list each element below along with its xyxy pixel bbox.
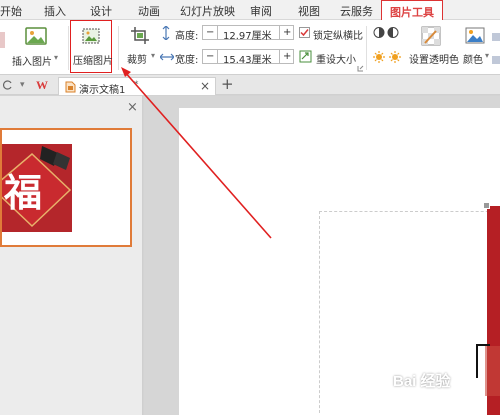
glyph-fragment — [476, 344, 490, 378]
resize-handle[interactable] — [483, 202, 490, 209]
slide-thumbnail-1[interactable]: 福 — [0, 128, 132, 247]
width-value[interactable]: 15.43厘米 — [223, 51, 272, 66]
width-icon — [160, 53, 174, 61]
width-label: 宽度: — [175, 55, 199, 66]
fu-character: 福 — [4, 170, 43, 215]
height-decrement-button[interactable]: − — [206, 27, 214, 38]
close-pane-button[interactable]: × — [127, 100, 138, 115]
baidu-watermark: Bai 经验 — [393, 373, 451, 390]
width-field[interactable]: − 15.43厘米 + — [202, 49, 294, 66]
slide-workspace — [144, 96, 500, 415]
chevron-down-icon[interactable]: ▾ — [20, 80, 25, 90]
tab-picture-tools[interactable]: 图片工具 — [381, 0, 443, 21]
height-field[interactable]: − 12.97厘米 + — [202, 25, 294, 42]
compress-picture-label: 压缩图片 — [73, 56, 113, 67]
slide-canvas[interactable] — [179, 108, 500, 415]
presentation-file-icon — [65, 81, 76, 93]
chevron-down-icon: ▾ — [151, 51, 156, 60]
insert-picture-icon — [25, 27, 47, 45]
tab-cloud-service[interactable]: 云服务 — [340, 3, 373, 19]
compress-picture-button[interactable]: 压缩图片 — [70, 20, 113, 73]
tab-animation[interactable]: 动画 — [138, 3, 160, 19]
selected-picture[interactable] — [483, 202, 500, 415]
transparent-color-icon — [421, 26, 441, 46]
crop-icon — [131, 27, 149, 44]
tab-design[interactable]: 设计 — [90, 3, 112, 19]
set-transparent-color-label: 设置透明色 — [409, 55, 459, 66]
close-tab-button[interactable]: × — [200, 79, 210, 93]
tab-review[interactable]: 审阅 — [250, 3, 272, 19]
reset-size-icon — [299, 50, 312, 63]
more-tools-icon[interactable] — [491, 32, 500, 66]
ribbon-tab-bar: 开始 插入 设计 动画 幻灯片放映 审阅 视图 云服务 图片工具 — [0, 0, 500, 21]
height-icon — [162, 26, 170, 40]
height-label: 高度: — [175, 31, 199, 42]
tab-view[interactable]: 视图 — [298, 3, 320, 19]
width-decrement-button[interactable]: − — [206, 51, 214, 62]
brightness-icon[interactable] — [373, 50, 403, 64]
slide-thumbnail-pane: × 福 — [0, 96, 143, 415]
reset-size-label: 重设大小 — [316, 55, 356, 66]
width-increment-button[interactable]: + — [283, 51, 291, 62]
insert-picture-label: 插入图片 — [12, 57, 52, 68]
height-value[interactable]: 12.97厘米 — [223, 27, 272, 42]
color-icon — [465, 27, 485, 44]
document-tab-strip: ▾ W 演示文稿1 * × + — [0, 75, 500, 96]
color-label: 颜色 — [463, 55, 483, 66]
refresh-icon[interactable] — [3, 80, 13, 90]
overflow-icon — [0, 32, 5, 48]
ribbon: 插入图片 ▾ 压缩图片 裁剪 ▾ 高度: − 12.97厘米 + 宽度: − 1… — [0, 20, 500, 75]
chevron-down-icon: ▾ — [54, 53, 59, 62]
tab-slideshow[interactable]: 幻灯片放映 — [180, 3, 235, 19]
chevron-down-icon: ▾ — [485, 51, 490, 60]
dialog-launcher-icon[interactable] — [357, 65, 364, 72]
crop-label: 裁剪 — [127, 55, 147, 66]
tab-insert[interactable]: 插入 — [44, 3, 66, 19]
new-tab-button[interactable]: + — [221, 75, 234, 93]
checkbox-checked-icon — [299, 27, 310, 38]
compress-picture-icon — [82, 28, 100, 44]
lock-aspect-ratio-label: 锁定纵横比 — [313, 31, 363, 42]
wps-logo-icon[interactable]: W — [36, 78, 48, 93]
tab-home[interactable]: 开始 — [0, 3, 22, 19]
document-tab[interactable]: 演示文稿1 * × — [58, 77, 216, 96]
contrast-icon[interactable] — [373, 26, 401, 39]
document-tab-title: 演示文稿1 — [79, 85, 126, 96]
height-increment-button[interactable]: + — [283, 27, 291, 38]
unsaved-marker: * — [134, 80, 139, 90]
